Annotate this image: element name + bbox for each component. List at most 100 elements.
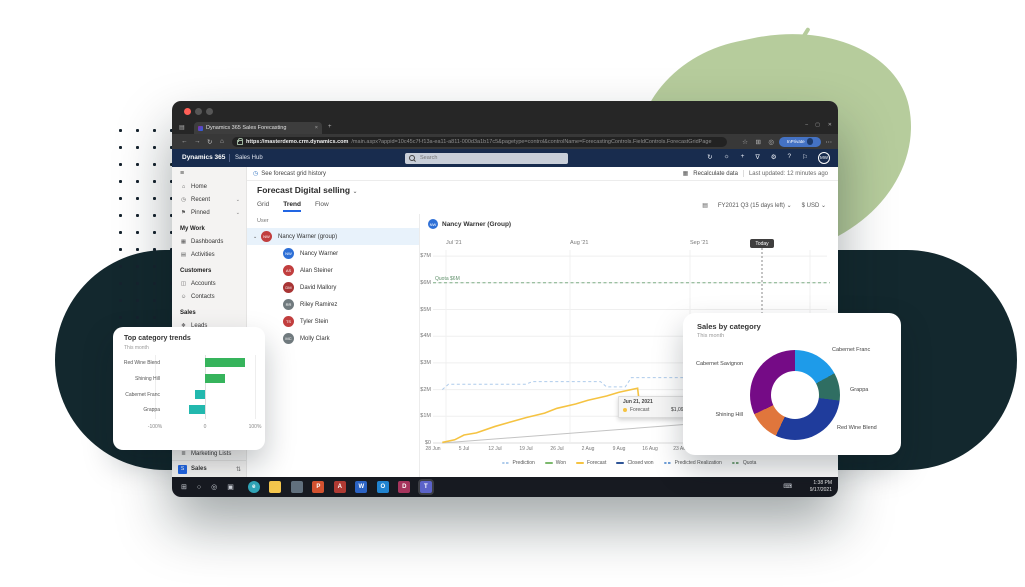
user-avatar[interactable]: MW	[818, 152, 830, 164]
refresh-icon[interactable]: ↻	[207, 138, 212, 146]
area-tile: S	[178, 465, 187, 474]
taskbar-app-dynamics-icon[interactable]: D	[398, 481, 410, 493]
taskbar-app-powerpoint-icon[interactable]: P	[312, 481, 324, 493]
collections-icon[interactable]: ⊞	[756, 138, 761, 146]
vertical-tabs-icon[interactable]: ▤	[179, 124, 185, 131]
legend-label: Predicted Realization	[675, 460, 722, 466]
window-maximize-icon[interactable]: ▢	[815, 122, 820, 128]
app-name[interactable]: Sales Hub	[235, 155, 263, 161]
page-title[interactable]: Forecast Digital selling ⌄	[257, 185, 357, 195]
tab-grid[interactable]: Grid	[257, 201, 269, 212]
search-icon	[409, 155, 415, 161]
sidebar-item-recent[interactable]: ◷Recent⌄	[172, 193, 246, 206]
currency-selector[interactable]: $ USD ⌄	[802, 202, 826, 209]
tab-flow[interactable]: Flow	[315, 201, 329, 212]
recalculate-button[interactable]: Recalculate data	[693, 171, 738, 177]
filter-icon[interactable]: ∇	[755, 153, 759, 161]
address-bar[interactable]: https://masterdemo.crm.dynamics.com /mai…	[232, 137, 727, 147]
taskbar-app-edge-icon[interactable]: e	[248, 481, 260, 493]
new-tab-button[interactable]: +	[328, 124, 332, 130]
tab-trend[interactable]: Trend	[283, 201, 301, 212]
touch-keyboard-icon[interactable]: ⌨	[783, 483, 792, 490]
area-switcher[interactable]: S Sales ⇅	[172, 460, 246, 477]
table-row[interactable]: DMDavid Mallory	[247, 279, 419, 296]
task-view-icon[interactable]: ▣	[227, 483, 234, 491]
start-button[interactable]: ⊞	[181, 483, 187, 491]
dynamics-brand[interactable]: Dynamics 365	[182, 154, 225, 161]
close-tab-icon[interactable]: ×	[315, 125, 318, 131]
taskbar-app-access-icon[interactable]: A	[334, 481, 346, 493]
home-icon[interactable]: ⌂	[220, 138, 224, 145]
feedback-icon[interactable]: ⚐	[802, 153, 808, 161]
trend-category-label: Grappa	[117, 407, 160, 413]
taskbar-app-teams-icon[interactable]: T	[420, 481, 432, 493]
sync-icon[interactable]: ↻	[707, 153, 712, 161]
forecast-history-button[interactable]: ◷ See forecast grid history	[253, 170, 326, 177]
decorative-dot-grid	[112, 122, 176, 328]
table-row[interactable]: NWNancy Warner	[247, 245, 419, 262]
sidebar-item-label: Marketing Lists	[191, 451, 231, 457]
sidebar-item-label: Home	[191, 184, 207, 190]
cortana-icon[interactable]: ◎	[211, 483, 217, 491]
dynamics-favicon	[198, 126, 203, 131]
minimize-traffic-light[interactable]	[195, 108, 202, 115]
lightbulb-icon[interactable]: ☼	[724, 153, 730, 161]
browser-menu-icon[interactable]: ⋯	[826, 138, 833, 146]
gear-icon[interactable]: ⚙	[771, 153, 777, 161]
sidebar-item-contacts[interactable]: ☺Contacts	[172, 290, 246, 303]
clock-time: 1:38 PM	[810, 480, 832, 487]
chevron-down-icon[interactable]: ⌄	[236, 210, 240, 216]
close-traffic-light[interactable]	[184, 108, 191, 115]
window-minimize-icon[interactable]: –	[805, 122, 808, 128]
back-icon[interactable]: ←	[181, 138, 188, 145]
hamburger-menu-icon[interactable]: ≡	[180, 170, 184, 177]
table-row[interactable]: MCMolly Clark	[247, 330, 419, 347]
legend-swatch	[616, 462, 624, 464]
forward-icon[interactable]: →	[194, 138, 201, 145]
y-tick-label: $7M	[420, 253, 431, 259]
taskbar-clock[interactable]: 1:38 PM 9/17/2021	[810, 480, 832, 494]
sidebar-item-home[interactable]: ⌂Home	[172, 180, 246, 193]
taskbar-app-word-icon[interactable]: W	[355, 481, 367, 493]
y-tick-label: $6M	[420, 280, 431, 286]
browser-tab[interactable]: Dynamics 365 Sales Forecasting ×	[194, 122, 322, 134]
favorites-star-icon[interactable]: ☆	[742, 138, 748, 146]
url-path: /main.aspx?appid=10c45c7f-f13a-ea11-a811…	[351, 139, 711, 145]
chevron-down-icon[interactable]: ⌄	[236, 197, 240, 203]
table-row[interactable]: RRRiley Ramirez	[247, 296, 419, 313]
period-selector[interactable]: FY2021 Q3 (15 days left) ⌄	[718, 202, 792, 209]
global-search[interactable]	[405, 153, 568, 164]
search-input[interactable]	[418, 154, 542, 162]
x-tick-label: 9 Aug	[613, 446, 626, 452]
chevron-down-icon[interactable]: ⌄	[253, 234, 259, 240]
sidebar-item-activities[interactable]: ▤Activities	[172, 248, 246, 261]
search-icon[interactable]: ○	[197, 484, 201, 491]
taskbar-app-outlook-icon[interactable]: O	[377, 481, 389, 493]
chevron-down-icon[interactable]: ⌄	[352, 189, 357, 195]
trends-card-title: Top category trends	[124, 335, 191, 342]
sidebar-item-dashboards[interactable]: ▦Dashboards	[172, 235, 246, 248]
sales-by-category-card: Sales by category This month Cabernet Fr…	[683, 313, 901, 455]
profile-chip[interactable]: InPrivate	[779, 137, 821, 147]
area-switch-icon[interactable]: ⇅	[236, 466, 241, 473]
plus-icon[interactable]: +	[741, 153, 745, 161]
window-close-icon[interactable]: ✕	[828, 122, 832, 128]
sidebar-item-label: Dashboards	[191, 239, 223, 245]
avatar: AS	[283, 265, 294, 276]
extensions-icon[interactable]: ◎	[768, 138, 774, 146]
taskbar-app-settings-icon[interactable]	[291, 481, 303, 493]
zoom-traffic-light[interactable]	[206, 108, 213, 115]
trend-category-label: Shining Hill	[117, 376, 160, 382]
sidebar-item-pinned[interactable]: ⚑Pinned⌄	[172, 206, 246, 219]
table-row[interactable]: ⌄NWNancy Warner (group)	[247, 228, 419, 245]
sidebar-item-label: Activities	[191, 252, 215, 258]
legend-label: Quota	[743, 460, 757, 466]
help-icon[interactable]: ?	[788, 153, 792, 161]
taskbar-app-file-explorer-icon[interactable]	[269, 481, 281, 493]
nav-divider	[229, 154, 230, 162]
trend-x-tick: 0	[204, 424, 207, 430]
tab-strip: ▤ Dynamics 365 Sales Forecasting × + – ▢…	[172, 121, 838, 134]
sidebar-item-accounts[interactable]: ◫Accounts	[172, 277, 246, 290]
table-row[interactable]: ASAlan Steiner	[247, 262, 419, 279]
table-row[interactable]: TSTyler Stein	[247, 313, 419, 330]
